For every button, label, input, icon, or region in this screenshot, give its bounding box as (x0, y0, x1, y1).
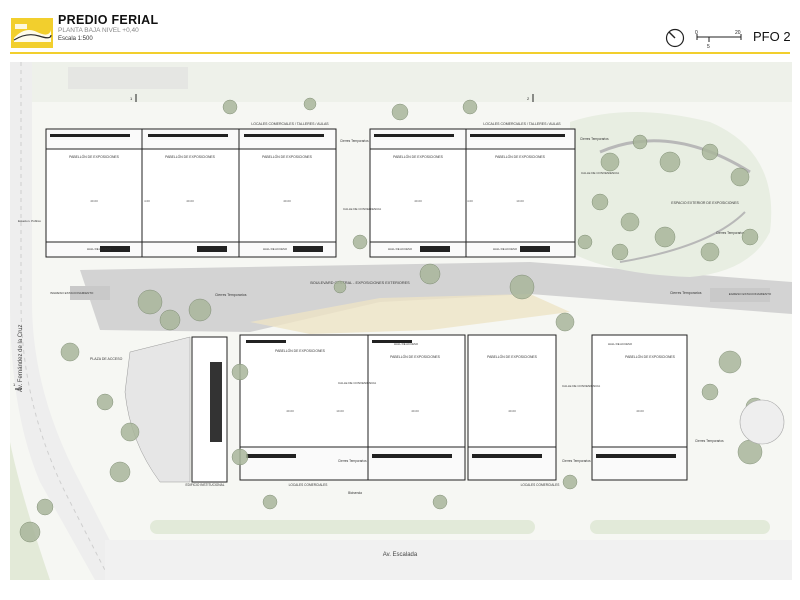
dimension-n2: 40.00 (186, 199, 194, 203)
dimension-n5: 10.00 (516, 199, 524, 203)
project-logo (11, 18, 53, 48)
scale-bar: 0 5 20 (695, 30, 742, 50)
plan-sheet: PREDIO FERIAL PLANTA BAJA NIVEL +0,40 Es… (0, 0, 800, 600)
hall-label-n4: HALL DE ACCESO (493, 247, 518, 251)
scalebar-label-0: 0 (695, 30, 698, 36)
roundabout (739, 399, 785, 445)
bottom-avenue-road (105, 540, 792, 580)
scalebar-label-20: 20 (735, 30, 741, 36)
locales-north-label-2: LOCALES COMERCIALES / TALLERES / AULAS (483, 122, 561, 126)
sheet-code: PFO 2 (753, 29, 791, 44)
pabellon-label-s4: PABELLÓN DE EXPOSICIONES (625, 354, 676, 359)
pabellon-label-n2: PABELLÓN DE EXPOSICIONES (165, 154, 216, 159)
cierres-label-5: Cierres Temporarios (338, 459, 367, 463)
hall-label-s1: HALL DE ACCESO (394, 342, 419, 346)
street-left-label: Av. Fernández de la Cruz (18, 325, 24, 392)
north-pavilions (45, 128, 576, 258)
bottom-green-strip-1 (150, 520, 535, 534)
cierres-label-4: Cierres Temporarios (670, 291, 702, 295)
north-arrow-icon (665, 28, 685, 48)
parking-exit-label: EGRESO ESTACIONAMIENTO (729, 292, 772, 296)
calle-label-3: CALLE DE CONVENIENCIA (338, 381, 376, 385)
cierres-label-2: Cierres Temporarios (580, 137, 609, 141)
pabellon-label-n4: PABELLÓN DE EXPOSICIONES (393, 154, 444, 159)
scale-label: Escala 1:500 (58, 36, 93, 42)
plaza-label: PLAZA DE ACCESO (90, 357, 123, 361)
dimension-s3: 40.00 (508, 409, 516, 413)
cierres-label-6: Cierres Temporarios (716, 231, 745, 235)
street-bottom-label: Av. Escalada (383, 552, 418, 558)
scalebar-label-5: 5 (707, 44, 710, 50)
pabellon-label-s1: PABELLÓN DE EXPOSICIONES (275, 348, 326, 353)
locales-south-label-1: LOCALES COMERCIALES (289, 483, 328, 487)
cierres-label-1: Cierres Temporarios (340, 139, 369, 143)
dimension-s5: 10.00 (336, 409, 344, 413)
bicisenda-label: Bicisenda (348, 491, 362, 495)
dimension-n3: 40.00 (283, 199, 291, 203)
espacio-exterior-label: ESPACIO EXTERIOR DE EXPOSICIONES (671, 201, 739, 205)
calle-label-1: CALLE DE CONVENIENCIA (343, 207, 381, 211)
south-pavilions (239, 334, 688, 481)
dimension-n4: 40.00 (414, 199, 422, 203)
header-rule (10, 52, 790, 54)
parking-entry-label: INGRESO ESTACIONAMIENTO (50, 291, 94, 295)
dimension-n6: 4.00 (144, 199, 150, 203)
dimension-s4: 40.00 (636, 409, 644, 413)
edificio-label: EDIFICIO INSTITUCIONAL (186, 483, 225, 487)
dimension-n7: 4.00 (467, 199, 473, 203)
page-title: PREDIO FERIAL (58, 13, 159, 27)
dimension-s2: 40.00 (411, 409, 419, 413)
site-plan: Av. Fernández de la Cruz Av. Escalada BO… (10, 62, 792, 580)
cierres-label-7: Cierres Temporarios (562, 459, 591, 463)
dimension-n1: 40.00 (90, 199, 98, 203)
hall-label-n3: HALL DE ACCESO (388, 247, 413, 251)
edificio-core (210, 362, 222, 442)
boulevard-label: BOULEVARD CENTRAL - EXPOSICIONES EXTERIO… (310, 281, 410, 285)
pabellon-label-s3: PABELLÓN DE EXPOSICIONES (487, 354, 538, 359)
north-road-patch (68, 67, 188, 89)
calle-label-2: CALLE DE CONVENIENCIA (581, 171, 619, 175)
pabellon-label-n3: PABELLÓN DE EXPOSICIONES (262, 154, 313, 159)
hall-label-n2: HALL DE ACCESO (263, 247, 288, 251)
hall-label-n1: HALL DE ACCESO (87, 247, 112, 251)
pabellon-label-n5: PABELLÓN DE EXPOSICIONES (495, 154, 546, 159)
locales-north-label-1: LOCALES COMERCIALES / TALLERES / AULAS (251, 122, 329, 126)
dimension-s1: 40.00 (286, 409, 294, 413)
pabellon-label-s2: PABELLÓN DE EXPOSICIONES (390, 354, 441, 359)
pabellon-label-n1: PABELLÓN DE EXPOSICIONES (69, 154, 120, 159)
bottom-green-strip-2 (590, 520, 770, 534)
hall-label-s2: HALL DE ACCESO (608, 342, 633, 346)
calle-label-4: CALLE DE CONVENIENCIA (562, 384, 600, 388)
locales-south-label-2: LOCALES COMERCIALES (521, 483, 560, 487)
estacionamiento-label: Estacion. Público (18, 219, 41, 223)
plan-subtitle: PLANTA BAJA NIVEL +0,40 (58, 27, 139, 34)
cierres-label-8: Cierres Temporarios (695, 439, 724, 443)
cierres-label-3: Cierres Temporarios (215, 293, 247, 297)
